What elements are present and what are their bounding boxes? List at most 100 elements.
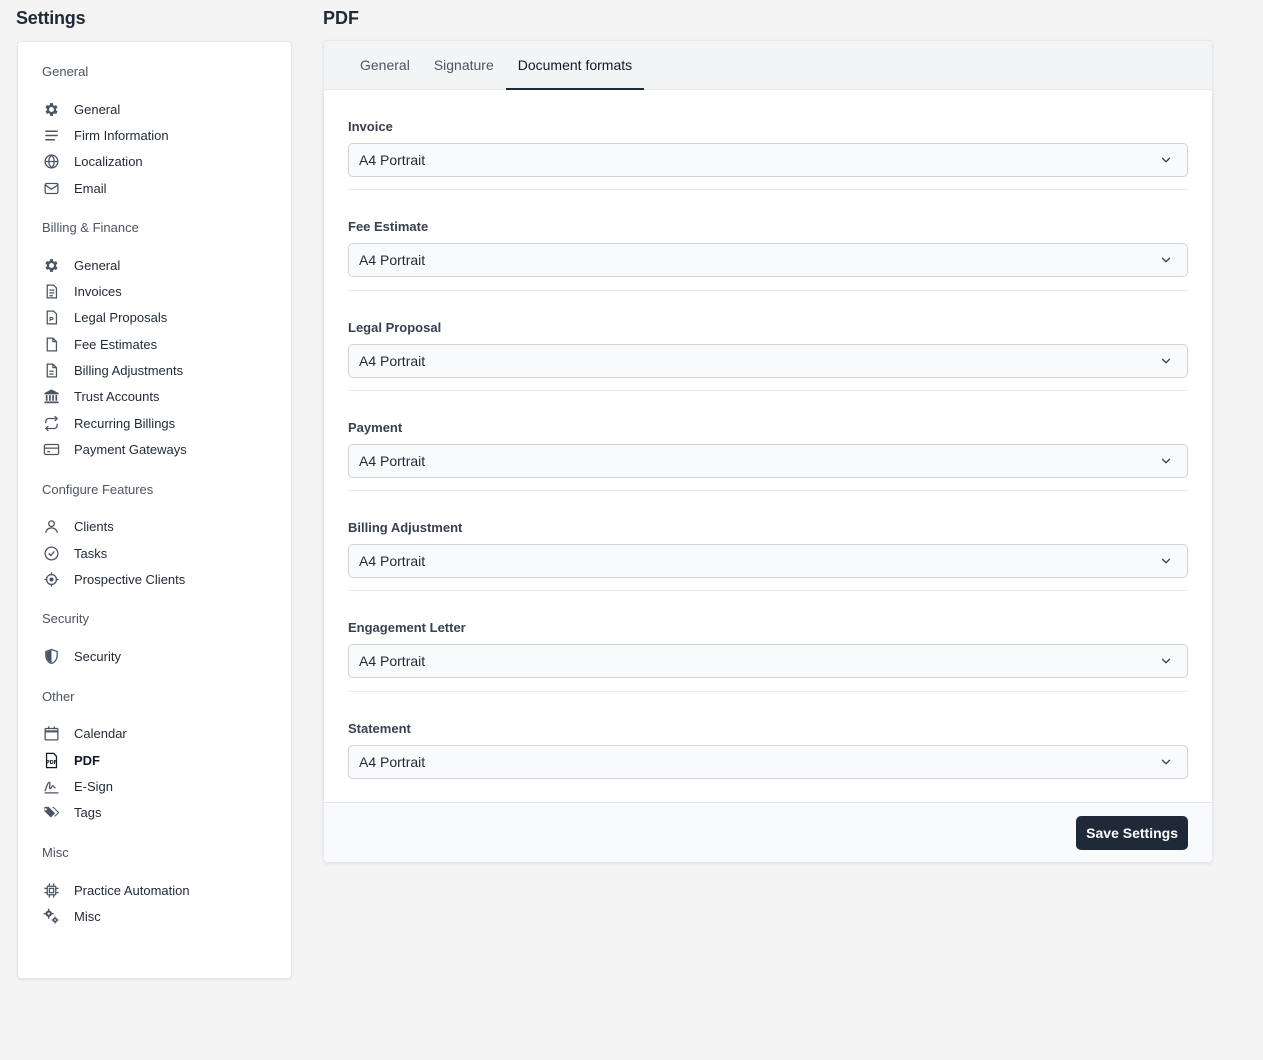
sidebar-group-billing-finance: Billing & Finance General Invoices Legal Pr… bbox=[42, 220, 291, 462]
legal-proposal-format-select[interactable]: A4 Portrait bbox=[348, 343, 1188, 378]
sidebar-item-configure-features-clients[interactable]: Clients bbox=[42, 514, 291, 540]
sidebar-item-configure-features-prospective-clients[interactable]: Prospective Clients bbox=[42, 566, 291, 592]
sidebar-item-security-security[interactable]: Security bbox=[42, 643, 291, 669]
sidebar-item-other-e-sign[interactable]: E-Sign bbox=[42, 773, 291, 799]
pdf-icon: PDF bbox=[42, 751, 60, 769]
chevron-down-icon bbox=[1159, 755, 1173, 769]
pdf-settings-panel: General Signature Document formats Invoice… bbox=[323, 40, 1213, 863]
invoice-format-select[interactable]: A4 Portrait bbox=[348, 143, 1188, 177]
doc-lines-icon bbox=[42, 362, 60, 380]
sidebar-item-label: General bbox=[74, 257, 121, 273]
chevron-down-icon bbox=[1159, 554, 1173, 568]
sidebar-group-security: Security Security bbox=[42, 611, 291, 669]
sidebar-item-label: Invoices bbox=[74, 284, 122, 300]
sidebar-item-misc-misc[interactable]: Misc bbox=[42, 903, 291, 929]
sidebar-item-billing-finance-recurring-billings[interactable]: Recurring Billings bbox=[42, 410, 291, 436]
payment-format-select[interactable]: A4 Portrait bbox=[348, 443, 1188, 478]
field-invoice: Invoice A4 Portrait bbox=[348, 90, 1188, 191]
sidebar-group-title: Security bbox=[42, 611, 89, 627]
check-circle-icon bbox=[42, 544, 60, 562]
lines-icon bbox=[42, 126, 60, 144]
field-label: Invoice bbox=[348, 119, 393, 134]
chevron-down-icon bbox=[1159, 454, 1173, 468]
engagement-letter-format-select[interactable]: A4 Portrait bbox=[348, 644, 1188, 679]
sidebar-group-title: Configure Features bbox=[42, 481, 154, 497]
sidebar-item-label: Payment Gateways bbox=[74, 441, 187, 457]
signature-icon bbox=[42, 777, 60, 795]
chevron-down-icon bbox=[1159, 253, 1173, 267]
tab-signature[interactable]: Signature bbox=[422, 41, 506, 90]
chevron-down-icon bbox=[1159, 354, 1173, 368]
settings-sidebar: General General Firm Information Localizati… bbox=[17, 41, 292, 979]
sidebar-item-label: Firm Information bbox=[74, 127, 169, 143]
sidebar-item-billing-finance-legal-proposals[interactable]: Legal Proposals bbox=[42, 305, 291, 331]
sidebar-item-label: Email bbox=[74, 180, 107, 196]
sidebar-item-label: Trust Accounts bbox=[74, 389, 160, 405]
sidebar-group-title: General bbox=[42, 64, 89, 79]
field-billing-adjustment: Billing Adjustment A4 Portrait bbox=[348, 491, 1188, 592]
sidebar-group-other: Other Calendar PDF PDF E-Sign Tags bbox=[42, 689, 291, 826]
sidebar-item-label: Localization bbox=[74, 154, 143, 170]
select-value: A4 Portrait bbox=[359, 753, 426, 770]
sidebar-item-label: E-Sign bbox=[74, 778, 114, 794]
settings-title: Settings bbox=[16, 8, 86, 28]
proposal-doc-icon bbox=[42, 309, 60, 327]
repeat-icon bbox=[42, 414, 60, 432]
billing-adjustment-format-select[interactable]: A4 Portrait bbox=[348, 544, 1188, 579]
fee-estimate-format-select[interactable]: A4 Portrait bbox=[348, 243, 1188, 278]
select-value: A4 Portrait bbox=[359, 252, 426, 269]
chip-icon bbox=[42, 881, 60, 899]
crosshair-icon bbox=[42, 570, 60, 588]
field-label: Payment bbox=[348, 419, 403, 435]
sidebar-item-label: Prospective Clients bbox=[74, 571, 186, 587]
sidebar-item-other-calendar[interactable]: Calendar bbox=[42, 721, 291, 747]
panel-footer: Save Settings bbox=[324, 802, 1212, 862]
sidebar-item-billing-finance-payment-gateways[interactable]: Payment Gateways bbox=[42, 436, 291, 462]
sidebar-item-label: Tags bbox=[74, 805, 102, 821]
sidebar-item-billing-finance-general[interactable]: General bbox=[42, 252, 291, 278]
sidebar-item-billing-finance-billing-adjustments[interactable]: Billing Adjustments bbox=[42, 357, 291, 383]
sidebar-group-title: Other bbox=[42, 688, 75, 704]
sidebar-item-general-firm-information[interactable]: Firm Information bbox=[42, 122, 291, 148]
tab-bar: General Signature Document formats bbox=[324, 41, 1212, 90]
sidebar-item-label: Clients bbox=[74, 519, 114, 535]
field-legal-proposal: Legal Proposal A4 Portrait bbox=[348, 291, 1188, 391]
select-value: A4 Portrait bbox=[359, 452, 426, 469]
shield-icon bbox=[42, 648, 60, 666]
sidebar-item-other-pdf[interactable]: PDF PDF bbox=[42, 747, 291, 773]
sidebar-item-configure-features-tasks[interactable]: Tasks bbox=[42, 540, 291, 566]
statement-format-select[interactable]: A4 Portrait bbox=[348, 744, 1188, 779]
tab-document-formats[interactable]: Document formats bbox=[505, 41, 645, 90]
sidebar-item-misc-practice-automation[interactable]: Practice Automation bbox=[42, 877, 291, 903]
sidebar-item-label: General bbox=[74, 101, 121, 117]
globe-icon bbox=[42, 153, 60, 171]
field-label: Legal Proposal bbox=[348, 319, 442, 335]
tab-general[interactable]: General bbox=[348, 41, 422, 90]
field-engagement-letter: Engagement Letter A4 Portrait bbox=[348, 591, 1188, 692]
field-statement: Statement A4 Portrait bbox=[348, 692, 1188, 792]
field-payment: Payment A4 Portrait bbox=[348, 391, 1188, 492]
select-value: A4 Portrait bbox=[359, 553, 426, 570]
sidebar-item-general-localization[interactable]: Localization bbox=[42, 149, 291, 175]
sidebar-item-label: Misc bbox=[74, 908, 101, 924]
envelope-icon bbox=[42, 179, 60, 197]
field-fee-estimate: Fee Estimate A4 Portrait bbox=[348, 190, 1188, 291]
sidebar-item-label: Practice Automation bbox=[74, 882, 190, 898]
sidebar-item-billing-finance-trust-accounts[interactable]: Trust Accounts bbox=[42, 384, 291, 410]
chevron-down-icon bbox=[1159, 654, 1173, 668]
save-settings-button[interactable]: Save Settings bbox=[1076, 815, 1188, 850]
svg-text:PDF: PDF bbox=[45, 760, 56, 766]
bank-icon bbox=[42, 388, 60, 406]
tags-icon bbox=[42, 804, 60, 822]
user-icon bbox=[42, 518, 60, 536]
page-title: PDF bbox=[323, 8, 359, 28]
sidebar-item-general-general[interactable]: General bbox=[42, 96, 291, 122]
field-label: Engagement Letter bbox=[348, 620, 466, 636]
sidebar-item-other-tags[interactable]: Tags bbox=[42, 800, 291, 826]
sidebar-item-label: Security bbox=[74, 649, 121, 665]
sidebar-item-billing-finance-fee-estimates[interactable]: Fee Estimates bbox=[42, 331, 291, 357]
file-icon bbox=[42, 335, 60, 353]
field-label: Billing Adjustment bbox=[348, 520, 463, 536]
sidebar-item-general-email[interactable]: Email bbox=[42, 175, 291, 201]
sidebar-item-billing-finance-invoices[interactable]: Invoices bbox=[42, 278, 291, 304]
